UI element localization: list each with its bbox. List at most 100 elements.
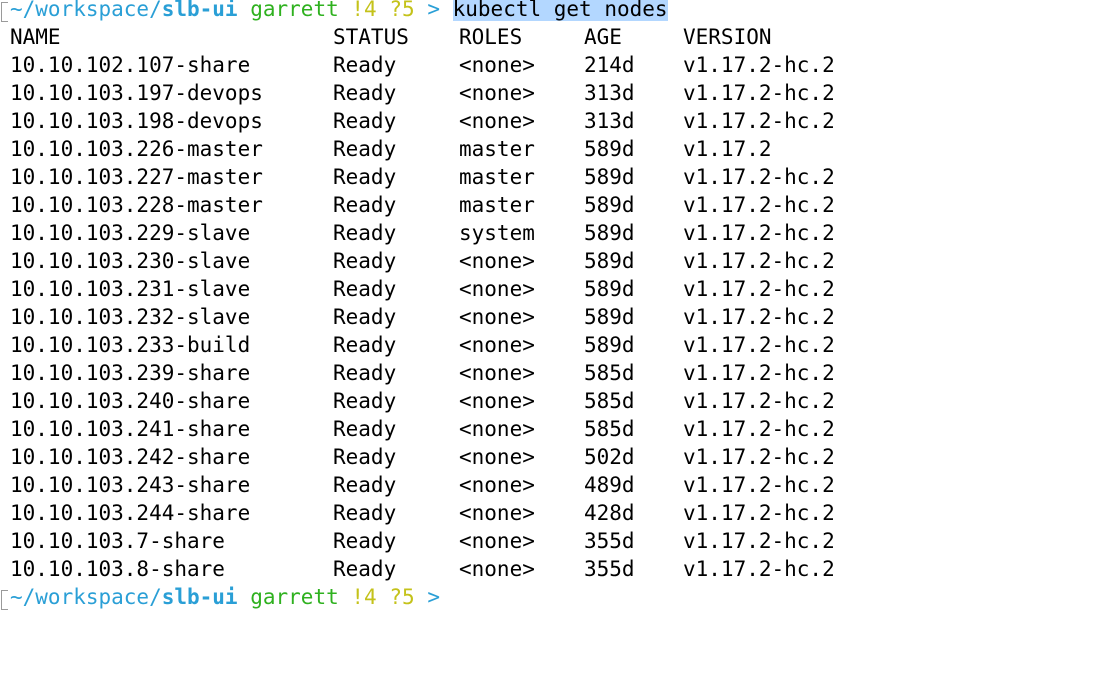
table-row: 10.10.103.244-share Ready <none> 428d v1.17.… xyxy=(0,499,1106,527)
node-status: Ready xyxy=(333,529,397,553)
node-roles: <none> xyxy=(459,361,535,385)
node-status: Ready xyxy=(333,193,397,217)
node-version: v1.17.2-hc.2 xyxy=(683,277,835,301)
node-status: Ready xyxy=(333,557,397,581)
node-roles: <none> xyxy=(459,109,535,133)
node-version: v1.17.2-hc.2 xyxy=(683,529,835,553)
node-roles: system xyxy=(459,221,535,245)
node-age: 589d xyxy=(584,277,635,301)
node-status: Ready xyxy=(333,221,397,245)
node-roles: master xyxy=(459,137,535,161)
node-name: 10.10.103.228-master xyxy=(10,193,263,217)
node-version: v1.17.2-hc.2 xyxy=(683,53,835,77)
node-name: 10.10.103.197-devops xyxy=(10,81,263,105)
table-row: 10.10.103.227-master Ready master 589d v1.17… xyxy=(0,163,1106,191)
prompt-user: garrett xyxy=(250,585,339,609)
header-version: VERSION xyxy=(683,25,772,49)
node-version: v1.17.2-hc.2 xyxy=(683,109,835,133)
node-status: Ready xyxy=(333,165,397,189)
node-version: v1.17.2-hc.2 xyxy=(683,221,835,245)
table-row: 10.10.103.243-share Ready <none> 489d v1.17.… xyxy=(0,471,1106,499)
node-name: 10.10.103.227-master xyxy=(10,165,263,189)
table-row: 10.10.103.241-share Ready <none> 585d v1.17.… xyxy=(0,415,1106,443)
node-status: Ready xyxy=(333,361,397,385)
prompt-git-untracked: ?5 xyxy=(389,585,415,609)
prompt-line: ~/workspace/slb-ui garrett !4 ?5 > kubec… xyxy=(0,0,1106,23)
node-roles: <none> xyxy=(459,53,535,77)
table-row: 10.10.103.197-devops Ready <none> 313d v1.17… xyxy=(0,79,1106,107)
node-roles: <none> xyxy=(459,445,535,469)
node-name: 10.10.103.241-share xyxy=(10,417,251,441)
node-age: 489d xyxy=(584,473,635,497)
node-age: 214d xyxy=(584,53,635,77)
node-roles: <none> xyxy=(459,417,535,441)
node-name: 10.10.103.198-devops xyxy=(10,109,263,133)
node-age: 355d xyxy=(584,557,635,581)
node-version: v1.17.2-hc.2 xyxy=(683,81,835,105)
node-status: Ready xyxy=(333,305,397,329)
node-status: Ready xyxy=(333,109,397,133)
prompt-marker xyxy=(1,590,8,610)
prompt-symbol: > xyxy=(427,0,440,21)
node-roles: <none> xyxy=(459,305,535,329)
prompt-line-current[interactable]: ~/workspace/slb-ui garrett !4 ?5 > xyxy=(0,583,1106,611)
node-version: v1.17.2-hc.2 xyxy=(683,417,835,441)
table-row: 10.10.103.198-devops Ready <none> 313d v1.17… xyxy=(0,107,1106,135)
table-row: 10.10.103.226-master Ready master 589d v1.17… xyxy=(0,135,1106,163)
node-version: v1.17.2-hc.2 xyxy=(683,193,835,217)
node-version: v1.17.2-hc.2 xyxy=(683,473,835,497)
node-age: 589d xyxy=(584,333,635,357)
node-age: 589d xyxy=(584,165,635,189)
node-status: Ready xyxy=(333,501,397,525)
node-status: Ready xyxy=(333,389,397,413)
node-name: 10.10.103.230-slave xyxy=(10,249,251,273)
node-version: v1.17.2-hc.2 xyxy=(683,361,835,385)
prompt-path: ~/workspace/ xyxy=(10,0,162,21)
node-version: v1.17.2 xyxy=(683,137,772,161)
node-age: 589d xyxy=(584,305,635,329)
node-age: 313d xyxy=(584,81,635,105)
node-name: 10.10.103.232-slave xyxy=(10,305,251,329)
table-row: 10.10.103.240-share Ready <none> 585d v1.17.… xyxy=(0,387,1106,415)
node-name: 10.10.103.239-share xyxy=(10,361,251,385)
node-roles: <none> xyxy=(459,249,535,273)
node-age: 355d xyxy=(584,529,635,553)
table-row: 10.10.103.233-build Ready <none> 589d v1.17.… xyxy=(0,331,1106,359)
table-row: 10.10.103.242-share Ready <none> 502d v1.17.… xyxy=(0,443,1106,471)
node-version: v1.17.2-hc.2 xyxy=(683,305,835,329)
prompt-repo: slb-ui xyxy=(161,0,238,21)
node-status: Ready xyxy=(333,473,397,497)
node-name: 10.10.103.243-share xyxy=(10,473,251,497)
node-version: v1.17.2-hc.2 xyxy=(683,501,835,525)
prompt-path: ~/workspace/ xyxy=(10,585,162,609)
table-row: 10.10.103.239-share Ready <none> 585d v1.17.… xyxy=(0,359,1106,387)
node-roles: <none> xyxy=(459,333,535,357)
node-name: 10.10.103.229-slave xyxy=(10,221,251,245)
prompt-repo: slb-ui xyxy=(161,585,238,609)
table-header-row: NAME STATUS ROLES AGE VERSION xyxy=(0,23,1106,51)
node-status: Ready xyxy=(333,277,397,301)
node-roles: <none> xyxy=(459,389,535,413)
table-row: 10.10.103.230-slave Ready <none> 589d v1.17.… xyxy=(0,247,1106,275)
node-roles: <none> xyxy=(459,81,535,105)
prompt-marker xyxy=(1,2,8,22)
command-text-selected[interactable]: kubectl get nodes xyxy=(452,0,668,21)
node-roles: <none> xyxy=(459,529,535,553)
prompt-symbol: > xyxy=(427,585,440,609)
table-row: 10.10.103.7-share Ready <none> 355d v1.17.2-… xyxy=(0,527,1106,555)
node-version: v1.17.2-hc.2 xyxy=(683,333,835,357)
header-name: NAME xyxy=(10,25,61,49)
node-roles: <none> xyxy=(459,277,535,301)
node-age: 589d xyxy=(584,137,635,161)
node-age: 502d xyxy=(584,445,635,469)
prompt-git-modified: !4 xyxy=(351,0,377,21)
node-status: Ready xyxy=(333,249,397,273)
terminal-window[interactable]: ~/workspace/slb-ui garrett !4 ?5 > kubec… xyxy=(0,0,1106,611)
node-name: 10.10.103.8-share xyxy=(10,557,225,581)
node-age: 589d xyxy=(584,249,635,273)
prompt-git-untracked: ?5 xyxy=(389,0,415,21)
node-name: 10.10.103.242-share xyxy=(10,445,251,469)
table-row: 10.10.103.8-share Ready <none> 355d v1.17.2-… xyxy=(0,555,1106,583)
node-age: 585d xyxy=(584,389,635,413)
node-version: v1.17.2-hc.2 xyxy=(683,249,835,273)
